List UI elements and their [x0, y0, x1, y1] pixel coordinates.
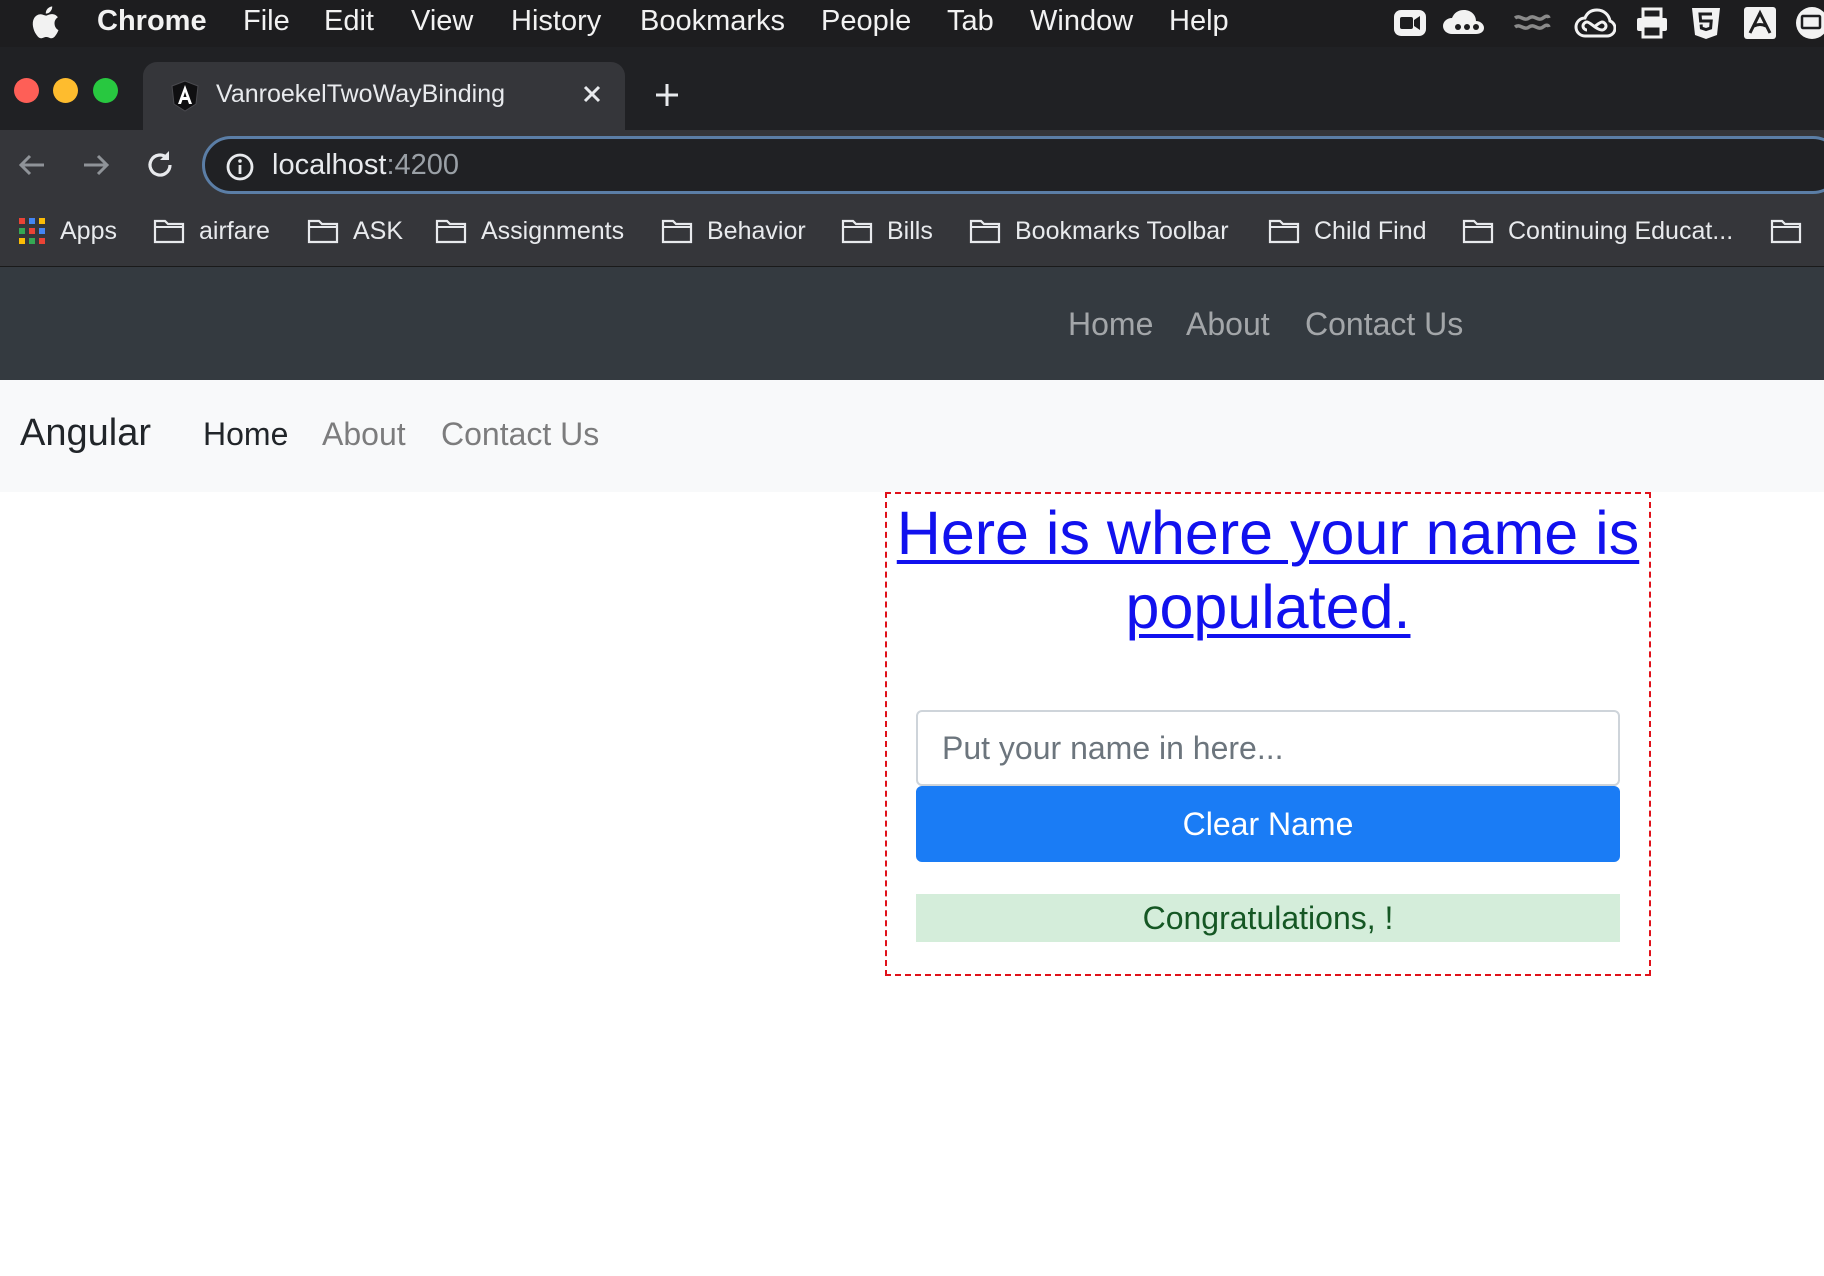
bookmark-folder-airfare[interactable]: airfare — [153, 214, 270, 248]
menu-view[interactable]: View — [411, 5, 473, 38]
menu-edit[interactable]: Edit — [324, 5, 374, 38]
menu-history[interactable]: History — [511, 5, 601, 38]
menubar-app-name[interactable]: Chrome — [97, 5, 207, 38]
folder-icon — [1462, 219, 1494, 244]
display-icon[interactable] — [1792, 6, 1824, 40]
greeting-alert: Congratulations, ! — [916, 894, 1620, 942]
bookmark-label: Behavior — [707, 216, 806, 245]
folder-icon — [307, 219, 339, 244]
bookmark-label: Assignments — [481, 216, 625, 245]
angular-favicon-icon — [171, 80, 199, 112]
menu-tab[interactable]: Tab — [947, 5, 994, 38]
bookmark-folder-bills[interactable]: Bills — [841, 214, 933, 248]
apple-logo-icon[interactable] — [30, 4, 60, 40]
reload-icon[interactable] — [143, 148, 177, 182]
bookmark-label: Bookmarks Toolbar — [1015, 216, 1229, 245]
bookmark-label: Child Find — [1314, 216, 1427, 245]
acrobat-icon[interactable] — [1742, 6, 1778, 40]
bookmark-folder-ask[interactable]: ASK — [307, 214, 403, 248]
menu-file[interactable]: File — [243, 5, 290, 38]
bookmark-folder-overflow[interactable] — [1770, 214, 1816, 248]
menu-bookmarks[interactable]: Bookmarks — [640, 5, 785, 38]
folder-icon — [1268, 219, 1300, 244]
bookmark-folder-bookmarks-toolbar[interactable]: Bookmarks Toolbar — [969, 214, 1229, 248]
folder-icon — [661, 219, 693, 244]
light-nav-about-link[interactable]: About — [322, 416, 406, 453]
bookmark-label: Apps — [60, 216, 117, 245]
forward-arrow-icon[interactable] — [79, 148, 113, 182]
folder-icon — [969, 219, 1001, 244]
bookmark-apps[interactable]: Apps — [18, 214, 117, 248]
menu-people[interactable]: People — [821, 5, 911, 38]
window-minimize-button[interactable] — [53, 78, 78, 103]
site-info-icon[interactable] — [224, 151, 256, 183]
bookmark-label: Continuing Educat... — [1508, 216, 1734, 245]
dark-nav-about-link[interactable]: About — [1186, 306, 1270, 343]
bookmark-folder-child-find[interactable]: Child Find — [1268, 214, 1427, 248]
menu-help[interactable]: Help — [1169, 5, 1229, 38]
zoom-icon[interactable] — [1392, 6, 1428, 40]
apps-grid-icon — [19, 218, 45, 244]
folder-icon — [841, 219, 873, 244]
name-input[interactable] — [916, 710, 1620, 786]
bookmark-folder-assignments[interactable]: Assignments — [435, 214, 624, 248]
clear-name-button[interactable]: Clear Name — [916, 786, 1620, 862]
menu-window[interactable]: Window — [1030, 5, 1133, 38]
close-tab-icon[interactable] — [578, 80, 606, 108]
bookmark-folder-continuing-education[interactable]: Continuing Educat... — [1462, 214, 1733, 248]
navbar-brand[interactable]: Angular — [20, 412, 151, 455]
back-arrow-icon[interactable] — [15, 148, 49, 182]
printer-icon[interactable] — [1634, 6, 1670, 40]
creative-cloud-sync-icon[interactable] — [1440, 6, 1490, 40]
folder-icon — [1770, 219, 1802, 244]
bookmark-folder-behavior[interactable]: Behavior — [661, 214, 806, 248]
creative-cloud-icon[interactable] — [1574, 6, 1616, 40]
light-nav-home-link[interactable]: Home — [203, 416, 288, 453]
url-host: localhost — [272, 149, 387, 181]
name-heading-link[interactable]: Here is where your name is populated. — [887, 496, 1649, 644]
html5-icon[interactable] — [1688, 6, 1724, 40]
light-nav-contact-link[interactable]: Contact Us — [441, 416, 599, 453]
bookmark-label: ASK — [353, 216, 404, 245]
macos-menubar: Chrome File Edit View History Bookmarks … — [0, 0, 1824, 47]
tab-title[interactable]: VanroekelTwoWayBinding — [216, 80, 505, 109]
url-port: :4200 — [386, 149, 460, 181]
dark-nav-contact-link[interactable]: Contact Us — [1305, 306, 1463, 343]
dark-nav-home-link[interactable]: Home — [1068, 306, 1153, 343]
url-text[interactable]: localhost:4200 — [272, 149, 459, 182]
folder-icon — [153, 219, 185, 244]
wave-icon[interactable] — [1512, 6, 1552, 40]
bookmark-label: airfare — [199, 216, 270, 245]
dark-navbar — [0, 267, 1824, 380]
window-close-button[interactable] — [14, 78, 39, 103]
bookmark-label: Bills — [887, 216, 933, 245]
window-maximize-button[interactable] — [93, 78, 118, 103]
folder-icon — [435, 219, 467, 244]
new-tab-plus-icon[interactable] — [652, 80, 682, 110]
